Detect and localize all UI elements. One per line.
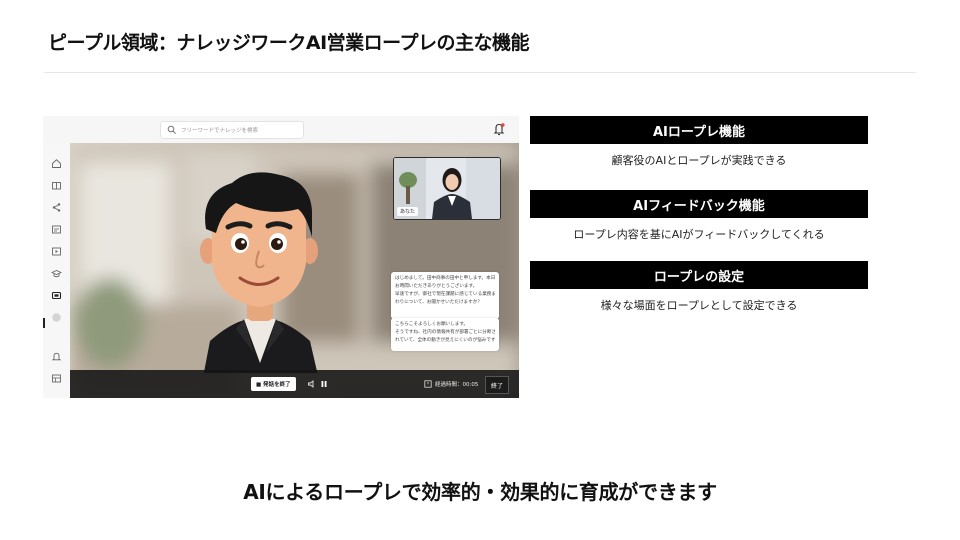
grid-icon[interactable] [51,373,62,384]
pause-icon[interactable] [319,379,329,389]
search-icon [167,125,176,134]
user-chat-bubble: こちらこそよろしくお願いします。 そうですね、社内の情報共有が部署ごとに分断さ … [391,318,499,351]
feature-description: 顧客役のAIとロープレが実践できる [611,154,787,167]
feature-title: AIロープレ機能 [530,116,868,144]
chat-line: そうですね、社内の情報共有が部署ごとに分断さ [395,330,495,335]
speaker-icon[interactable] [307,379,317,389]
list-icon[interactable] [51,224,62,235]
book-icon[interactable] [51,180,62,191]
chat-line: こちらこそよろしくお願いします。 [395,322,469,327]
user-camera-pip: あなた [393,157,501,220]
feature-title: AIフィードバック機能 [530,190,868,218]
feature-description: 様々な場面をロープレとして設定できる [600,299,798,312]
sidebar [43,143,70,398]
chat-line: 早速ですが、御社で現在課題に感じている業務ま [395,292,495,297]
play-icon[interactable] [51,246,62,257]
chat-line: れていて、全体の動きが見えにくいのが悩みです。 [395,338,495,343]
graduation-icon[interactable] [51,268,62,279]
roleplay-video-area: あなた はじめまして。田中商事の田中と申します。本日は お時間いただきありがとう… [70,143,519,398]
search-input[interactable]: フリーワードでナレッジを検索 [160,121,304,139]
summary-message: AIによるロープレで効率的・効果的に育成ができます [243,480,717,504]
feature-title: ロープレの設定 [530,261,868,289]
chat-line: はじめまして。田中商事の田中と申します。本日は [395,276,495,281]
finish-button[interactable]: 終了 [485,376,509,394]
roleplay-icon[interactable] [51,290,62,301]
sidebar-active-indicator [43,318,45,328]
call-controls-bar: ■ 発話を終了 経過時間：00:05 終了 [70,370,519,398]
profile-icon[interactable] [51,312,62,323]
chat-line: お時間いただきありがとうございます。 [395,284,478,289]
home-icon[interactable] [51,158,62,169]
slide-title: ピープル領域：ナレッジワークAI営業ロープレの主な機能 [48,32,530,54]
end-speech-button[interactable]: ■ 発話を終了 [251,377,296,391]
bell-icon[interactable] [51,351,62,362]
ai-customer-avatar [200,172,318,373]
notification-bell-icon[interactable] [492,122,506,136]
chat-line: わりについて、お聞かせいただけますか？ [395,300,482,305]
share-icon[interactable] [51,202,62,213]
feature-description: ロープレ内容を基にAIがフィードバックしてくれる [573,228,825,241]
app-screenshot: フリーワードでナレッジを検索 あなた はじめまして。田中商事の田中と申します。本… [43,116,519,398]
search-placeholder: フリーワードでナレッジを検索 [181,128,259,134]
app-header: フリーワードでナレッジを検索 [43,116,519,143]
timer-icon [424,380,432,388]
elapsed-time: 経過時間：00:05 [435,382,479,388]
ai-chat-bubble: はじめまして。田中商事の田中と申します。本日は お時間いただきありがとうございま… [391,272,499,319]
title-divider [44,72,916,73]
user-name-label: あなた [397,207,419,216]
